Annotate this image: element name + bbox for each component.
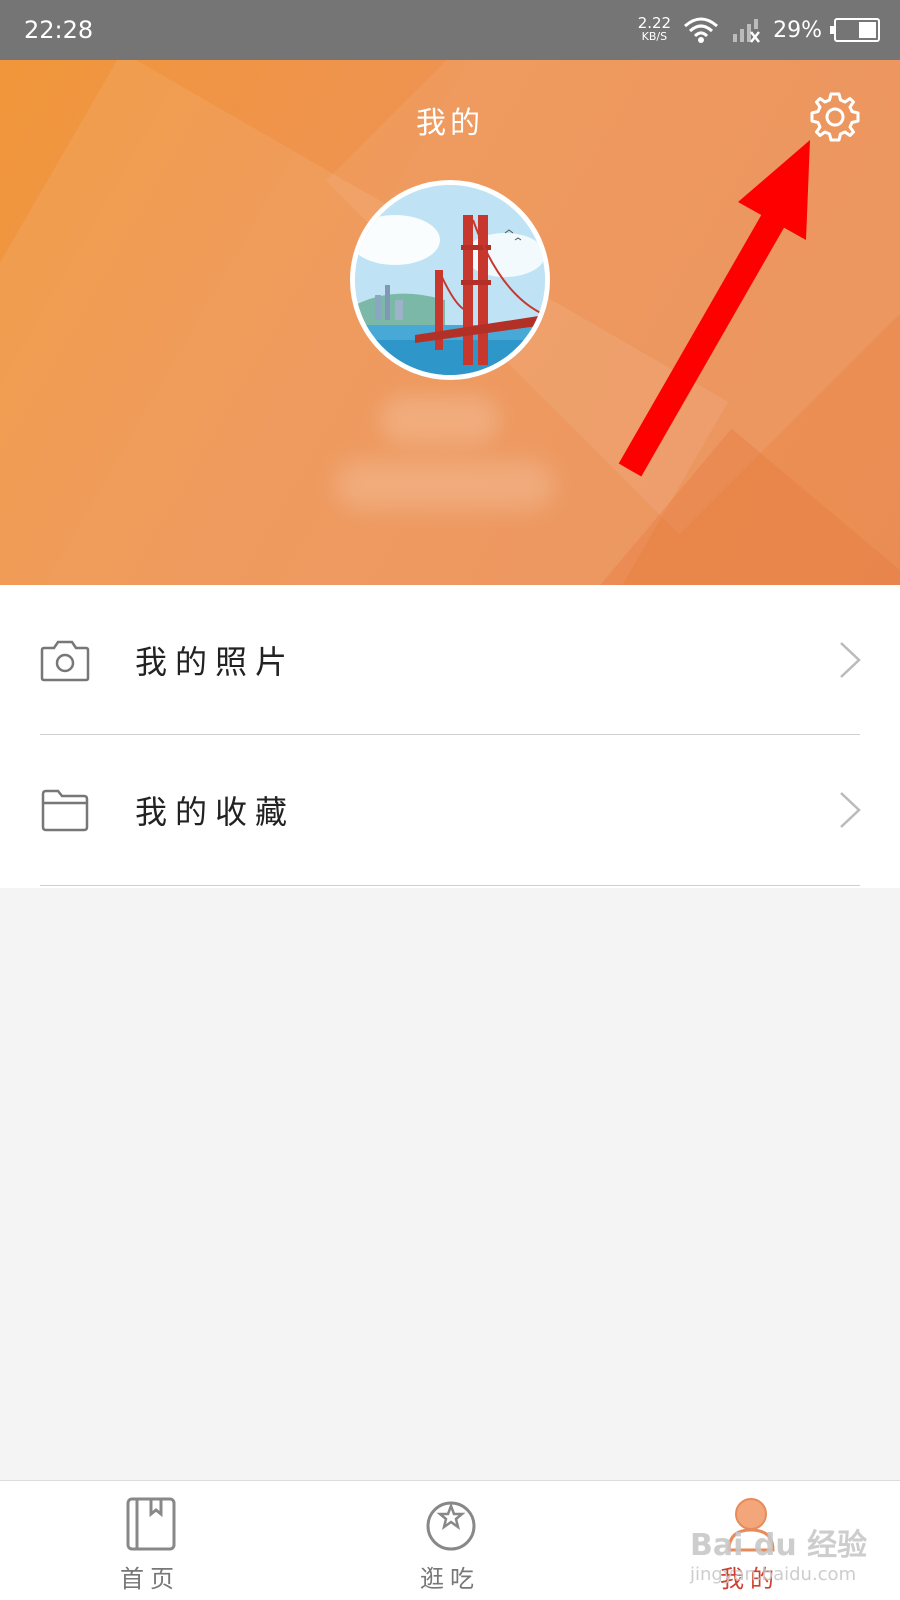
signal-icon: [733, 19, 761, 43]
chevron-right-icon: [840, 642, 861, 678]
golden-gate-bridge-avatar: [355, 185, 545, 375]
status-time: 22:28: [24, 16, 94, 44]
watermark-brand: Bai du 经验: [690, 1528, 868, 1563]
nav-item-label: 首页: [120, 1565, 180, 1593]
camera-icon: [40, 640, 90, 682]
nav-item-explore[interactable]: 逛吃: [350, 1481, 550, 1600]
status-bar: 22:28 2.22 KB/S 29%: [0, 0, 900, 60]
menu-item-photos[interactable]: 我的照片: [0, 585, 900, 735]
watermark-url: jingyan.baidu.com: [690, 1564, 857, 1585]
menu-item-favorites[interactable]: 我的收藏: [0, 735, 900, 885]
network-speed-value: 2.22: [637, 14, 672, 32]
battery-percent: 29%: [773, 17, 822, 43]
avatar[interactable]: [350, 180, 550, 380]
battery-icon: [830, 18, 880, 42]
menu-item-label: 我的照片: [135, 643, 296, 681]
network-speed: 2.22 KB/S: [638, 16, 671, 44]
divider: [40, 885, 860, 886]
chevron-right-icon: [840, 792, 861, 828]
nav-item-home[interactable]: 首页: [50, 1481, 250, 1600]
baidu-watermark: Bai du 经验 jingyan.baidu.com: [690, 1520, 867, 1585]
wifi-icon: [684, 17, 719, 43]
book-icon: [126, 1497, 176, 1551]
network-speed-unit: KB/S: [641, 30, 668, 43]
annotation-arrow: [618, 140, 810, 477]
username-placeholder: [380, 395, 500, 445]
folder-icon: [41, 789, 89, 832]
profile-menu: 我的照片 我的收藏: [0, 585, 900, 888]
nav-item-label: 逛吃: [420, 1565, 480, 1593]
status-icons: 2.22 KB/S 29%: [638, 16, 880, 44]
user-info-placeholder: [335, 460, 555, 510]
fruit-star-icon: [426, 1501, 476, 1551]
menu-item-label: 我的收藏: [135, 793, 296, 831]
